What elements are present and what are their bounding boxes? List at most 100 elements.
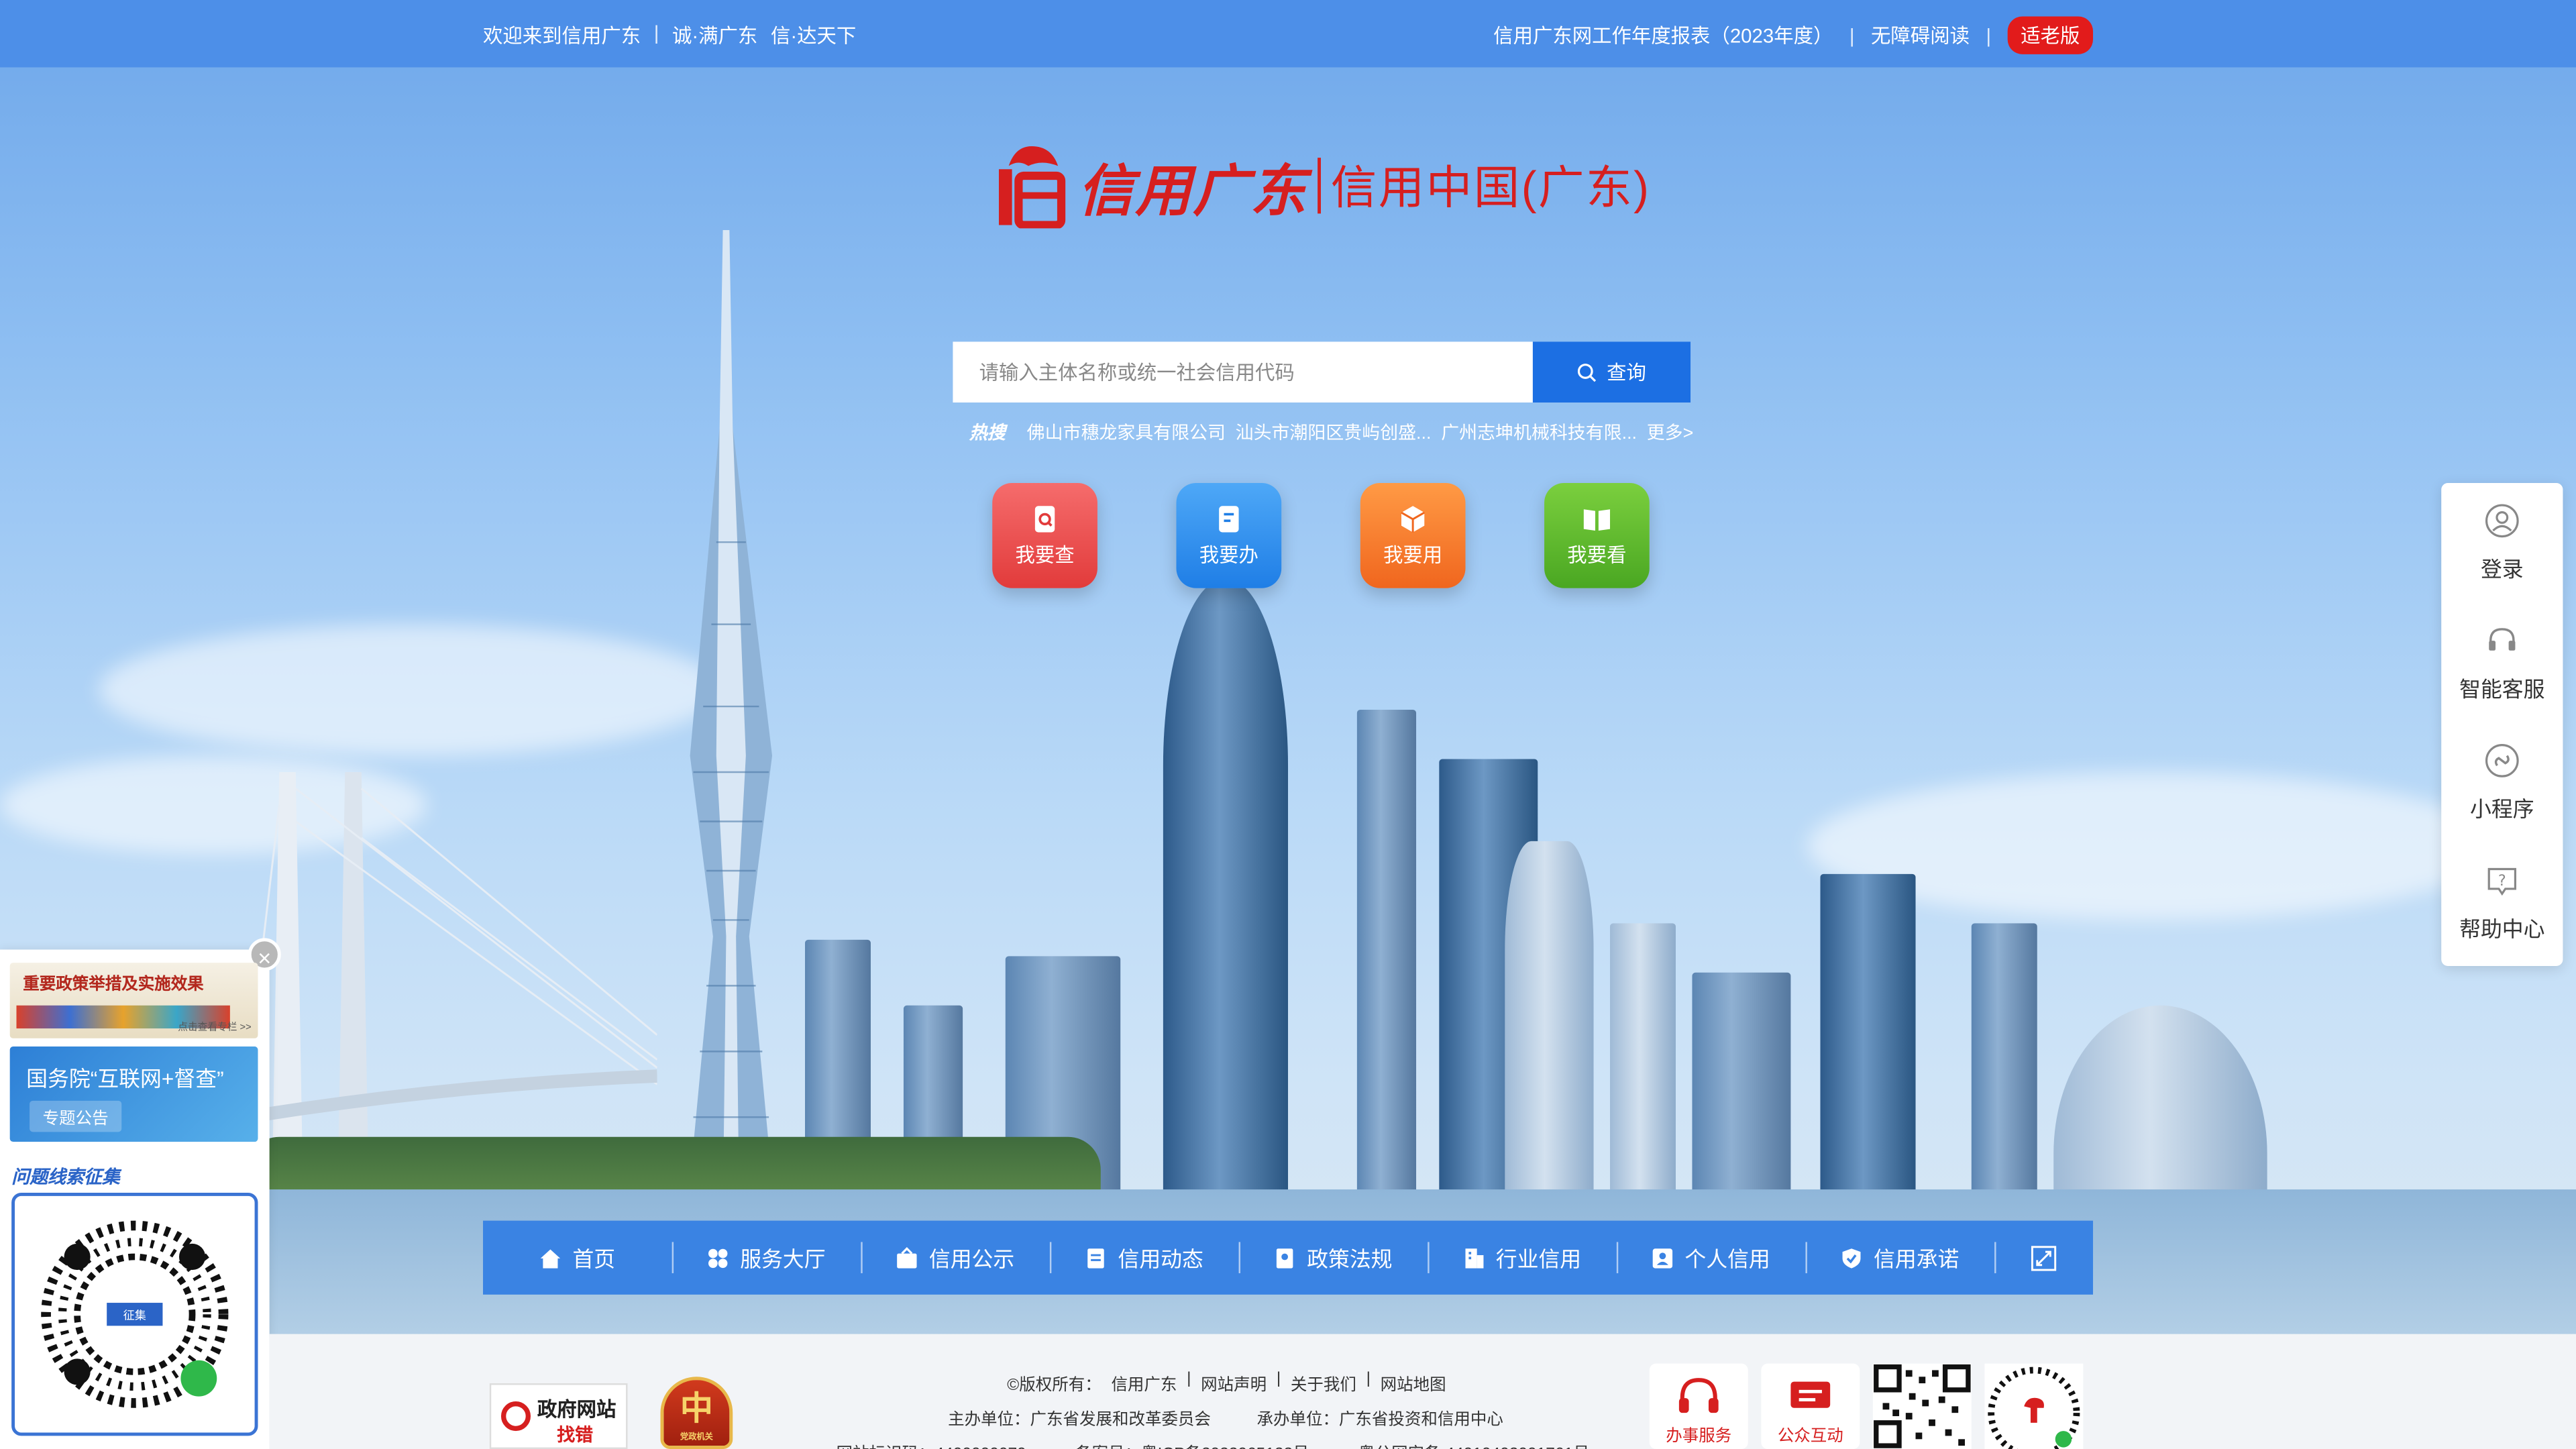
- wechat-qr-code: [1872, 1363, 1972, 1449]
- shield-check-icon: [1843, 1248, 1862, 1268]
- policy-banner-sub: 点击查看专栏 >>: [178, 1023, 252, 1034]
- footer-link[interactable]: 关于我们: [1291, 1370, 1356, 1395]
- nav-home[interactable]: 首页: [483, 1221, 672, 1295]
- nav-label: 首页: [572, 1246, 616, 1272]
- tile-query[interactable]: 我要查: [992, 483, 1097, 588]
- chat-icon: [1790, 1381, 1831, 1408]
- footer-link[interactable]: 网站声明: [1201, 1370, 1267, 1395]
- law-book-icon: [1277, 1248, 1294, 1268]
- footer-organizations: 主办单位：广东省发展和改革委员会 承办单位：广东省投资和信用中心: [948, 1405, 1503, 1430]
- magnifier-icon: [500, 1401, 531, 1432]
- policy-banner[interactable]: 重要政策举措及实施效果 点击查看专栏 >>: [9, 963, 258, 1038]
- quick-action-tiles: 我要查 我要办 我要用 我要看: [992, 483, 1650, 588]
- building-icon: [1466, 1248, 1485, 1268]
- public-interaction-link[interactable]: 公众互动: [1761, 1363, 1860, 1449]
- user-icon: [2485, 504, 2519, 538]
- news-icon: [1088, 1248, 1105, 1268]
- slogan-1: 诚·满广东: [672, 24, 758, 48]
- clue-collection-title: 问题线索征集: [11, 1168, 120, 1188]
- site-logo[interactable]: 信用广东 信用中国(广东): [992, 142, 1650, 230]
- top-bar: 欢迎来到信用广东 | 诚·满广东 信·达天下 信用广东网工作年度报表（2023年…: [0, 0, 2576, 68]
- hot-search-item[interactable]: 汕头市潮阳区贵屿创盛...: [1236, 419, 1432, 445]
- credit-logo-icon: [992, 143, 1068, 229]
- nav-label: 信用公示: [928, 1246, 1015, 1272]
- service-hall-link[interactable]: 办事服务: [1649, 1363, 1748, 1449]
- gov-badge-title: 政府网站: [537, 1398, 616, 1421]
- gov-badge-sub: 找错: [557, 1426, 594, 1446]
- svg-text:?: ?: [2498, 873, 2506, 890]
- home-icon: [541, 1248, 561, 1268]
- nav-label: 信用动态: [1118, 1246, 1203, 1272]
- smart-service-button[interactable]: 智能客服: [2441, 603, 2563, 723]
- bulletin-icon: [898, 1246, 918, 1268]
- hot-search-label: 热搜: [969, 423, 1006, 444]
- login-button[interactable]: 登录: [2441, 483, 2563, 603]
- hot-searches: 热搜 佛山市穗龙家具有限公司 汕头市潮阳区贵屿创盛... 广州志坤机械科技有限.…: [969, 419, 1693, 445]
- inspection-banner-button: 专题公告: [30, 1100, 122, 1132]
- tile-label: 我要用: [1383, 543, 1443, 566]
- id-card-icon: [1653, 1248, 1674, 1268]
- help-icon: ?: [2487, 867, 2517, 896]
- site-footer: 政府网站 找错 中 党政机关 ©版权所有： 信用广东 | 网站声明 | 关于我们…: [269, 1334, 2576, 1449]
- welcome-text: 欢迎来到信用广东: [483, 24, 641, 48]
- gov-site-error-badge[interactable]: 政府网站 找错: [489, 1383, 628, 1449]
- float-label: 智能客服: [2459, 676, 2545, 702]
- headset-icon: [1678, 1378, 1719, 1413]
- tile-view[interactable]: 我要看: [1544, 483, 1650, 588]
- inspection-banner[interactable]: 国务院“互联网+督查” 专题公告: [9, 1046, 258, 1142]
- nav-service-hall[interactable]: 服务大厅: [672, 1221, 861, 1295]
- hot-search-item[interactable]: 广州志坤机械科技有限...: [1441, 419, 1637, 445]
- qr-center-label: 征集: [123, 1309, 146, 1323]
- elder-mode-button[interactable]: 适老版: [2007, 16, 2094, 54]
- nav-policy-law[interactable]: 政策法规: [1238, 1221, 1428, 1295]
- nav-industry-credit[interactable]: 行业信用: [1428, 1221, 1617, 1295]
- footer-link[interactable]: 信用广东: [1111, 1370, 1177, 1395]
- host-org: 主办单位：广东省发展和改革委员会: [948, 1411, 1211, 1430]
- nav-label: 服务大厅: [740, 1246, 826, 1272]
- search-button-label: 查询: [1607, 361, 1646, 385]
- float-label: 小程序: [2470, 796, 2534, 822]
- edit-doc-icon: [1219, 505, 1239, 532]
- party-gov-badge[interactable]: 中 党政机关: [660, 1377, 733, 1449]
- left-float-panel: × 重要政策举措及实施效果 点击查看专栏 >> 国务院“互联网+督查” 专题公告…: [0, 938, 281, 1449]
- hot-search-more-link[interactable]: 更多>: [1647, 419, 1694, 445]
- operator-org: 承办单位：广东省投资和信用中心: [1256, 1411, 1503, 1430]
- headset-icon: [2489, 628, 2516, 651]
- help-center-button[interactable]: ? 帮助中心: [2441, 843, 2563, 963]
- nav-label: 政策法规: [1307, 1246, 1393, 1272]
- tile-handle[interactable]: 我要办: [1176, 483, 1282, 588]
- search-input[interactable]: [953, 341, 1533, 403]
- tile-use[interactable]: 我要用: [1360, 483, 1466, 588]
- float-label: 帮助中心: [2459, 916, 2545, 942]
- logo-chinese-title: 信用中国(广东): [1330, 162, 1651, 214]
- icp-number[interactable]: 备案号：粤ICP备2022065122号: [1075, 1439, 1309, 1449]
- book-icon: [1583, 508, 1611, 530]
- tile-label: 我要看: [1567, 543, 1627, 566]
- service-label: 公众互动: [1777, 1428, 1843, 1446]
- footer-link[interactable]: 网站地图: [1381, 1370, 1446, 1395]
- inspection-banner-title: 国务院“互联网+督查”: [26, 1066, 224, 1091]
- nav-expand-button[interactable]: [1994, 1221, 2093, 1295]
- slogan-2: 信·达天下: [770, 24, 857, 48]
- nav-personal-credit[interactable]: 个人信用: [1616, 1221, 1806, 1295]
- expand-icon: [2031, 1245, 2057, 1271]
- nav-label: 个人信用: [1684, 1246, 1770, 1272]
- nav-label: 信用承诺: [1874, 1246, 1960, 1272]
- mini-program-button[interactable]: 小程序: [2441, 723, 2563, 843]
- mini-program-icon: [2485, 744, 2519, 777]
- nav-credit-publicity[interactable]: 信用公示: [861, 1221, 1050, 1295]
- grid-icon: [709, 1248, 729, 1267]
- clue-collection-qr-code[interactable]: 征集: [11, 1192, 258, 1436]
- hot-search-item[interactable]: 佛山市穗龙家具有限公司: [1027, 419, 1226, 445]
- search-doc-icon: [1034, 505, 1055, 532]
- nav-credit-news[interactable]: 信用动态: [1049, 1221, 1239, 1295]
- footer-links: ©版权所有： 信用广东 | 网站声明 | 关于我们 | 网站地图: [1007, 1370, 1446, 1395]
- cube-icon: [1401, 505, 1426, 532]
- police-number[interactable]: 粤公网安备 44010402001761号: [1358, 1439, 1589, 1449]
- nav-credit-commitment[interactable]: 信用承诺: [1805, 1221, 1994, 1295]
- annual-report-link[interactable]: 信用广东网工作年度报表（2023年度）: [1493, 21, 1833, 50]
- accessible-reading-link[interactable]: 无障碍阅读: [1871, 21, 1970, 50]
- search-button[interactable]: 查询: [1532, 341, 1691, 403]
- search-bar: 查询: [953, 341, 1691, 403]
- party-badge-label: 党政机关: [680, 1432, 713, 1443]
